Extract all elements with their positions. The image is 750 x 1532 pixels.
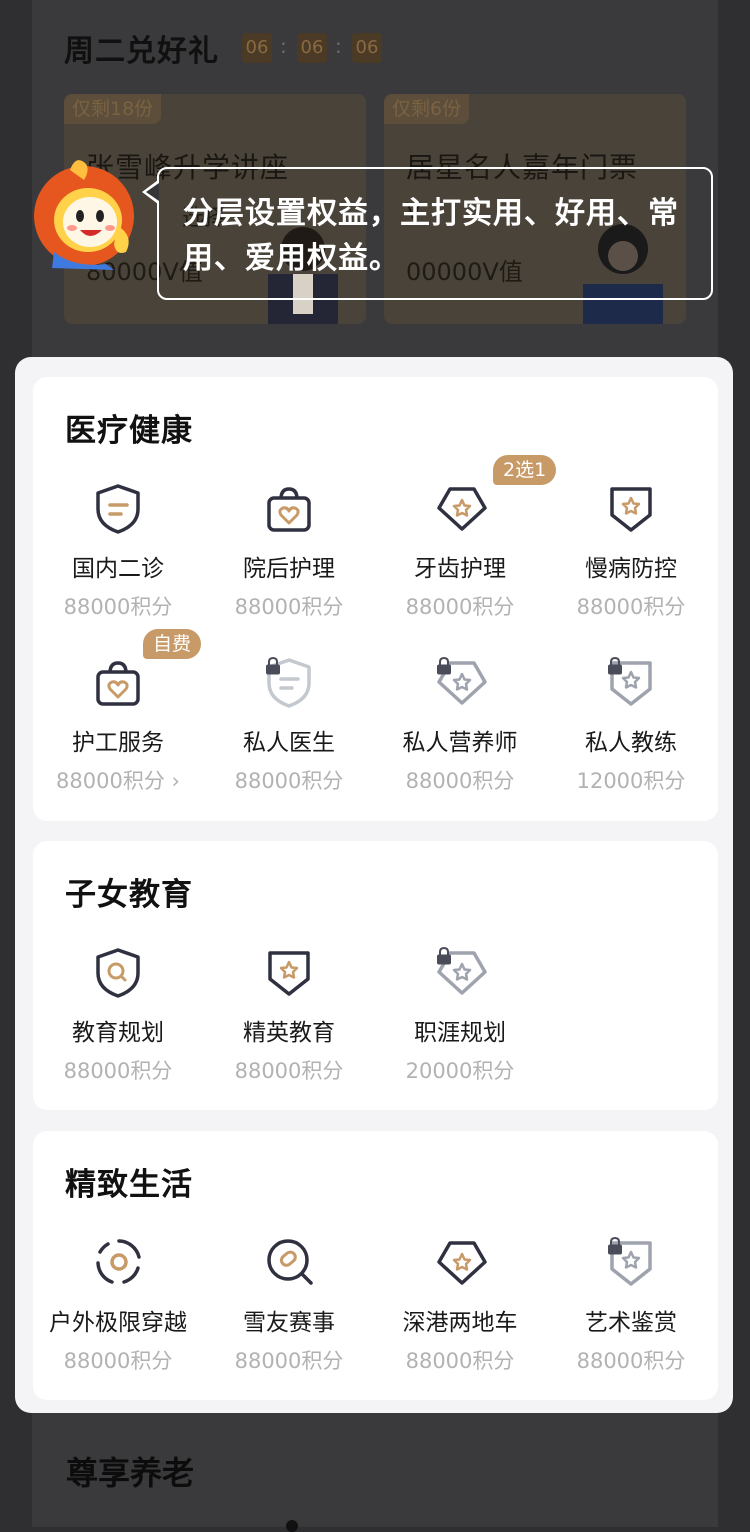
benefit-label: 艺术鉴赏 <box>585 1310 677 1336</box>
section-medical: 医疗健康 国内二诊 88000积分 院后护理 88000积分 2选1 牙齿护理 … <box>33 377 718 821</box>
tooltip-arrow-inner <box>146 183 159 201</box>
heart-bag-icon <box>96 661 140 706</box>
heart-bag-icon <box>267 487 311 532</box>
benefit-label: 私人营养师 <box>402 730 518 756</box>
benefit-points: 88000积分 <box>234 595 344 619</box>
benefit-item[interactable]: 慢病防控 88000积分 <box>546 475 716 621</box>
benefit-label: 户外极限穿越 <box>49 1310 187 1336</box>
benefit-points: 88000积分 <box>576 595 686 619</box>
guide-tooltip: 分层设置权益，主打实用、好用、常用、爱用权益。 <box>157 167 713 300</box>
lock-icon <box>437 947 451 965</box>
benefit-item[interactable]: 自费 护工服务 88000积分 › <box>33 629 203 795</box>
section-title: 医疗健康 <box>65 413 193 449</box>
benefit-item[interactable]: 精英教育 88000积分 <box>204 939 374 1085</box>
benefit-points: 88000积分 <box>576 1349 686 1373</box>
stock-tag: 仅剩6份 <box>384 94 470 124</box>
benefit-points: 12000积分 <box>576 769 686 793</box>
benefit-label: 国内二诊 <box>72 556 164 582</box>
lock-icon <box>266 657 280 675</box>
benefit-item[interactable]: 职涯规划 20000积分 <box>375 939 545 1085</box>
benefit-points: 88000积分 <box>63 595 173 619</box>
lock-icon <box>608 1237 622 1255</box>
star-shield-icon <box>610 487 652 532</box>
benefit-points: 88000积分 <box>405 1349 515 1373</box>
benefit-item[interactable]: 私人营养师 88000积分 <box>375 649 545 795</box>
section-education: 子女教育 教育规划 88000积分 精英教育 88000积分 职涯规划 2000… <box>33 841 718 1110</box>
benefit-points: 20000积分 <box>405 1059 515 1083</box>
benefit-item[interactable]: 深港两地车 88000积分 <box>375 1229 545 1375</box>
benefit-item[interactable]: 私人医生 88000积分 <box>204 649 374 795</box>
benefit-label: 护工服务 <box>72 730 164 756</box>
tooltip-text: 分层设置权益，主打实用、好用、常用、爱用权益。 <box>183 196 679 276</box>
benefit-label: 职涯规划 <box>414 1020 506 1046</box>
benefit-points: 88000积分 <box>63 1059 173 1083</box>
benefit-label: 雪友赛事 <box>243 1310 335 1336</box>
benefit-label: 教育规划 <box>72 1020 164 1046</box>
shield-doc-icon <box>96 484 140 534</box>
benefit-label: 精英教育 <box>243 1020 335 1046</box>
section-title: 精致生活 <box>65 1167 193 1203</box>
lock-icon <box>608 657 622 675</box>
countdown-minutes: 06 <box>297 33 327 63</box>
search-shield-icon <box>96 948 140 998</box>
benefit-points: 88000积分 <box>63 1349 173 1373</box>
star-tag-icon <box>437 1241 487 1285</box>
lock-icon <box>437 657 451 675</box>
mascot-icon <box>34 160 134 270</box>
benefit-item[interactable]: 艺术鉴赏 88000积分 <box>546 1229 716 1375</box>
benefit-points: 88000积分 › <box>56 769 180 793</box>
benefit-item[interactable]: 户外极限穿越 88000积分 <box>33 1229 203 1375</box>
benefit-label: 私人教练 <box>585 730 677 756</box>
benefit-item[interactable]: 教育规划 88000积分 <box>33 939 203 1085</box>
countdown-hours: 06 <box>242 33 272 63</box>
countdown-seconds: 06 <box>352 33 382 63</box>
stock-tag: 仅剩18份 <box>64 94 162 124</box>
countdown-separator: : <box>280 34 287 58</box>
benefit-points: 88000积分 <box>405 769 515 793</box>
star-shield-icon <box>268 951 310 996</box>
countdown-separator: : <box>335 34 342 58</box>
scroll-indicator <box>286 1520 298 1532</box>
badge-self-paid: 自费 <box>143 629 202 659</box>
magnifier-badge-icon <box>267 1239 313 1285</box>
promo-title: 周二兑好礼 <box>64 34 219 69</box>
benefit-points: 88000积分 <box>234 769 344 793</box>
benefit-label: 牙齿护理 <box>414 556 506 582</box>
star-tag-icon <box>437 487 487 531</box>
benefit-item[interactable]: 2选1 牙齿护理 88000积分 <box>375 455 557 621</box>
benefit-points: 88000积分 <box>234 1059 344 1083</box>
section-lifestyle: 精致生活 户外极限穿越 88000积分 雪友赛事 88000积分 深港两地车 8… <box>33 1131 718 1400</box>
section-title-elderly: 尊享养老 <box>66 1454 195 1492</box>
benefit-points: 88000积分 <box>234 1349 344 1373</box>
compass-ring-icon <box>96 1239 141 1284</box>
benefit-label: 私人医生 <box>243 730 335 756</box>
benefit-item[interactable]: 国内二诊 88000积分 <box>33 475 203 621</box>
benefit-label: 深港两地车 <box>402 1310 518 1336</box>
benefit-label: 院后护理 <box>243 556 335 582</box>
benefit-label: 慢病防控 <box>585 556 677 582</box>
benefit-item[interactable]: 私人教练 12000积分 <box>546 649 716 795</box>
benefit-item[interactable]: 雪友赛事 88000积分 <box>204 1229 374 1375</box>
section-title: 子女教育 <box>65 877 193 913</box>
benefit-item[interactable]: 院后护理 88000积分 <box>204 475 374 621</box>
benefit-points: 88000积分 <box>405 595 515 619</box>
